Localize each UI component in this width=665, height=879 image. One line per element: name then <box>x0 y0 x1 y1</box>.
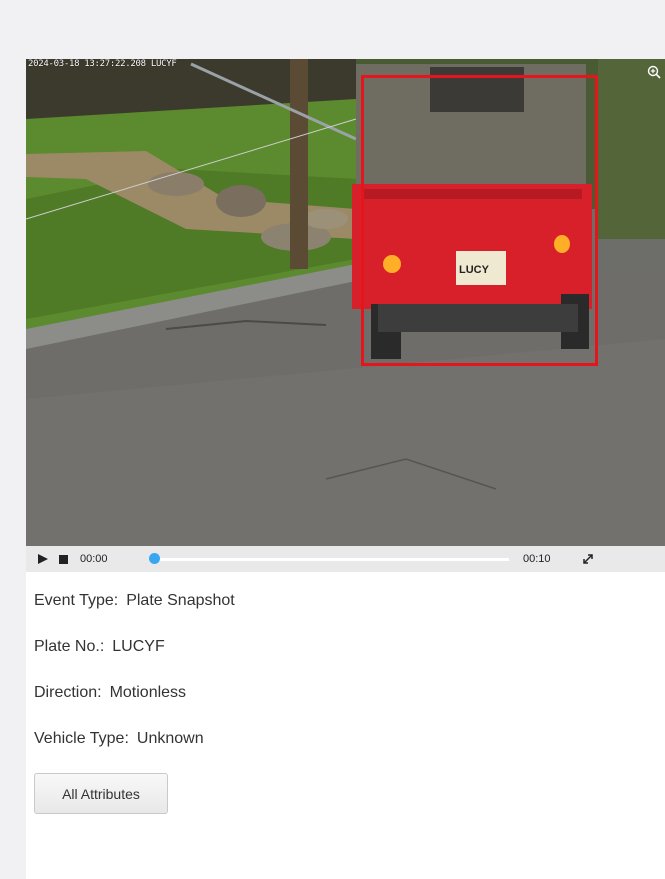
fullscreen-icon[interactable] <box>581 552 595 566</box>
event-type-row: Event Type: Plate Snapshot <box>34 589 235 612</box>
direction-row: Direction: Motionless <box>34 681 235 704</box>
direction-value: Motionless <box>109 684 187 701</box>
progress-track[interactable] <box>153 558 509 561</box>
timestamp-overlay: 2024-03-18 13:27:22.208 LUCYF <box>28 59 177 69</box>
zoom-in-icon[interactable] <box>647 65 661 79</box>
stop-icon[interactable] <box>59 554 68 564</box>
event-info: Event Type: Plate Snapshot Plate No.: LUCY… <box>34 589 235 773</box>
all-attributes-button[interactable]: All Attributes <box>34 773 168 814</box>
plate-value: LUCYF <box>112 638 165 655</box>
progress-knob[interactable] <box>149 553 160 564</box>
video-frame[interactable]: 2024-03-18 13:27:22.208 LUCYF LUCY <box>26 59 665 546</box>
vehicle-type-label: Vehicle Type: <box>34 730 129 747</box>
plate-row: Plate No.: LUCYF <box>34 635 235 658</box>
event-type-label: Event Type: <box>34 592 119 609</box>
vehicle-plate-text: LUCY <box>459 264 489 276</box>
plate-detection-box: LUCY <box>361 75 598 366</box>
vehicle-type-row: Vehicle Type: Unknown <box>34 727 235 750</box>
play-icon[interactable] <box>37 553 49 565</box>
event-detail-panel: 2024-03-18 13:27:22.208 LUCYF LUCY 00:00… <box>26 59 665 879</box>
direction-label: Direction: <box>34 684 102 701</box>
vehicle-type-value: Unknown <box>136 730 204 747</box>
end-time: 00:10 <box>523 553 551 565</box>
event-type-value: Plate Snapshot <box>126 592 235 609</box>
plate-label: Plate No.: <box>34 638 105 655</box>
current-time: 00:00 <box>80 553 108 565</box>
player-controls: 00:00 00:10 <box>26 546 665 572</box>
